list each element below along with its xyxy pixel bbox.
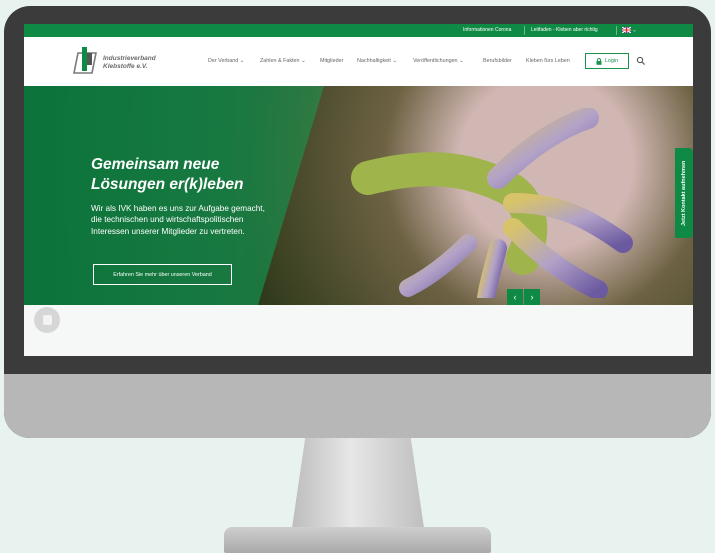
hero-slider: Gemeinsam neue Lösungen er(k)leben Wir a… [24, 86, 693, 305]
logo-line-2: Klebstoffe e.V. [103, 63, 148, 70]
monitor-stand-neck [292, 438, 424, 528]
chevron-down-icon: ⌄ [239, 58, 245, 64]
chat-widget-button[interactable] [34, 307, 60, 333]
hero-cta-button[interactable]: Erfahren Sie mehr über unseren Verband [93, 264, 232, 285]
menu-item-label: Der Verband [208, 58, 239, 64]
topbar-divider [616, 26, 617, 35]
login-button[interactable]: Login [585, 53, 629, 69]
hero-headline-line-2: Lösungen er(k)leben [91, 176, 244, 193]
logo-line-1: Industrieverband [103, 55, 156, 62]
main-navigation: Industrieverband Klebstoffe e.V. Der Ver… [24, 37, 693, 86]
gecko-foot-image [351, 108, 633, 298]
chevron-left-icon: ‹ [513, 292, 517, 302]
chevron-right-icon: › [530, 292, 534, 302]
menu-item-label: Mitglieder [320, 58, 344, 64]
chevron-down-icon: ⌄ [632, 27, 637, 34]
language-switcher[interactable]: ⌄ [621, 26, 637, 34]
logo-wordmark[interactable]: Industrieverband Klebstoffe e.V. [103, 55, 156, 71]
monitor-stand-base [224, 527, 491, 553]
hero-paragraph: Wir als IVK haben es uns zur Aufgabe gem… [91, 204, 265, 236]
menu-item-veroeffentlichungen[interactable]: Veröffentlichungen ⌄ [413, 58, 464, 64]
below-hero-section [24, 305, 693, 356]
menu-item-label: Nachhaltigkeit [357, 58, 391, 64]
menu-item-label: Zahlen & Fakten [260, 58, 300, 64]
menu-item-kleben-fuers-leben[interactable]: Kleben fürs Leben [526, 58, 570, 64]
menu-item-der-verband[interactable]: Der Verband ⌄ [208, 58, 244, 64]
topbar-divider [524, 26, 525, 35]
link-leitfaden[interactable]: Leitfaden - Kleben aber richtig [531, 27, 598, 33]
monitor-chin [4, 374, 711, 438]
menu-item-label: Veröffentlichungen [413, 58, 458, 64]
lock-icon [596, 57, 602, 65]
menu-item-nachhaltigkeit[interactable]: Nachhaltigkeit ⌄ [357, 58, 397, 64]
chevron-down-icon: ⌄ [392, 58, 397, 64]
slider-next-button[interactable]: › [524, 289, 540, 305]
chevron-down-icon: ⌄ [301, 58, 306, 64]
hero-headline-line-1: Gemeinsam neue [91, 156, 220, 173]
uk-flag-icon [621, 26, 632, 34]
menu-item-label: Kleben fürs Leben [526, 58, 570, 64]
search-icon[interactable] [636, 56, 646, 66]
slider-prev-button[interactable]: ‹ [507, 289, 523, 305]
chat-bubble-icon [42, 315, 52, 325]
hero-headline: Gemeinsam neue Lösungen er(k)leben [91, 155, 243, 195]
ivk-logo-icon[interactable] [72, 47, 98, 75]
link-informationen-corona[interactable]: Informationen Corona [463, 27, 511, 33]
menu-item-mitglieder[interactable]: Mitglieder [320, 58, 343, 64]
menu-item-zahlen-fakten[interactable]: Zahlen & Fakten ⌄ [260, 58, 306, 64]
menu-item-label: Berufsbilder [483, 58, 512, 64]
contact-side-tab[interactable]: Jetzt Kontakt aufnehmen [675, 148, 693, 238]
website-screen: Informationen Corona Leitfaden - Kleben … [24, 24, 693, 356]
menu-item-berufsbilder[interactable]: Berufsbilder [483, 58, 512, 64]
login-label: Login [604, 58, 619, 64]
top-utility-bar: Informationen Corona Leitfaden - Kleben … [24, 24, 693, 37]
chevron-down-icon: ⌄ [459, 58, 464, 64]
